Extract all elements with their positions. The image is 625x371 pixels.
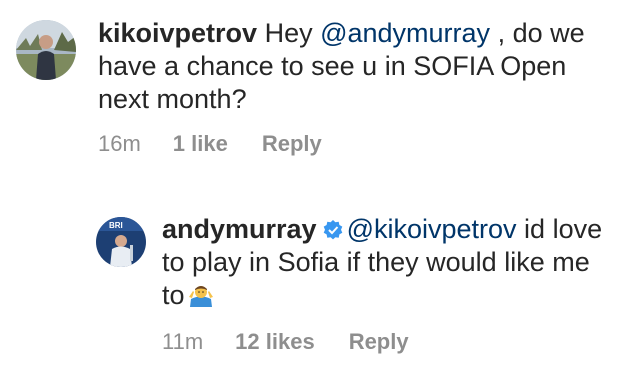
comment-kikoivpetrov: kikoivpetrov Hey @andymurray , do we hav… [0,0,625,175]
avatar-photo-icon: BRI [96,217,146,267]
comment-username[interactable]: andymurray [162,214,317,244]
comment-likes[interactable]: 12 likes [235,329,315,355]
comment-body: andymurray @kikoivpetrov id love to play … [162,213,617,312]
comment-time: 11m [162,329,204,354]
comment-body: kikoivpetrov Hey @andymurray , do we hav… [98,17,618,116]
verified-badge-icon [323,220,342,240]
comment-likes[interactable]: 1 like [173,131,228,157]
comment-username[interactable]: kikoivpetrov [98,18,257,48]
svg-text:BRI: BRI [109,221,123,230]
comment-mention[interactable]: @andymurray [320,18,490,48]
comment-meta: 11m 12 likes Reply [162,329,409,355]
reply-button[interactable]: Reply [349,329,409,355]
avatar-photo-icon [16,20,76,80]
comment-time: 16m [98,131,141,156]
comment-meta: 16m 1 like Reply [98,131,322,157]
avatar-kikoivpetrov[interactable] [16,20,76,80]
comment-text-before: Hey [257,18,321,48]
comment-mention[interactable]: @kikoivpetrov [347,214,517,244]
avatar-andymurray[interactable]: BRI [96,217,146,267]
reply-button[interactable]: Reply [262,131,322,157]
comment-andymurray: BRI andymurray @kikoivpetrov id love to p… [0,195,625,371]
person-shrugging-emoji [188,286,213,307]
